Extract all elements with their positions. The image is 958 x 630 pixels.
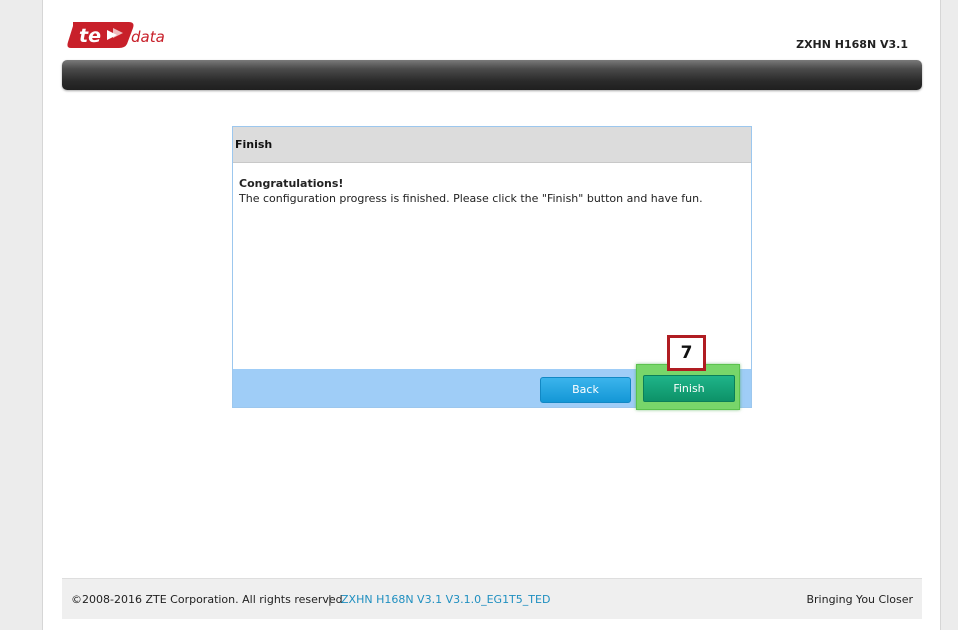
panel-body: Congratulations! The configuration progr… — [239, 176, 745, 206]
footer-separator: | — [328, 593, 332, 606]
finish-message: The configuration progress is finished. … — [239, 192, 703, 205]
finish-button[interactable]: Finish — [643, 375, 735, 402]
logo-data-text: data — [131, 28, 165, 46]
panel-title: Finish — [235, 138, 273, 151]
step-number-badge: 7 — [667, 335, 706, 371]
svg-text:te: te — [79, 25, 101, 47]
footer-slogan: Bringing You Closer — [806, 593, 913, 606]
top-nav-bar — [62, 60, 922, 90]
panel-header: Finish — [233, 127, 751, 163]
firmware-version-link[interactable]: ZXHN H168N V3.1 V3.1.0_EG1T5_TED — [341, 593, 550, 606]
back-button[interactable]: Back — [540, 377, 631, 403]
model-name: ZXHN H168N V3.1 — [796, 38, 908, 51]
page-footer: ©2008-2016 ZTE Corporation. All rights r… — [62, 578, 922, 619]
copyright-text: ©2008-2016 ZTE Corporation. All rights r… — [71, 593, 343, 606]
congrats-heading: Congratulations! — [239, 177, 344, 190]
